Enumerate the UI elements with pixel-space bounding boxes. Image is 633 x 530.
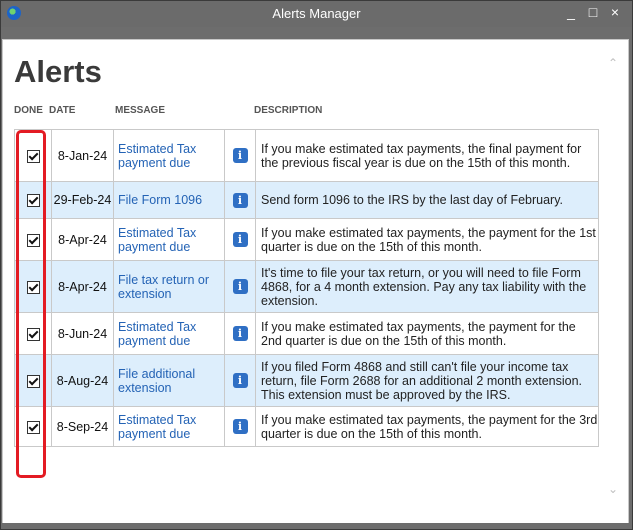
date-cell: 8-Jan-24 [51, 129, 114, 182]
done-cell [14, 181, 52, 219]
alerts-manager-window: Alerts Manager _ □ × Alerts ⌃ DONE DATE … [0, 0, 633, 530]
info-icon[interactable]: i [232, 419, 248, 434]
page-title: Alerts [14, 54, 102, 89]
info-cell: i [224, 181, 256, 219]
description-cell: If you make estimated tax payments, the … [255, 218, 599, 261]
alerts-table: 8-Jan-24 Estimated Tax payment due i If you… [14, 129, 599, 447]
title-bar[interactable]: Alerts Manager _ □ × [1, 1, 632, 27]
column-header-date: DATE [49, 105, 76, 116]
done-cell [14, 218, 52, 261]
done-checkbox[interactable] [26, 233, 40, 247]
column-header-message: MESSAGE [115, 105, 166, 116]
maximize-icon[interactable]: □ [586, 4, 600, 20]
done-cell [14, 354, 52, 407]
info-icon[interactable]: i [232, 192, 248, 208]
column-header-description: DESCRIPTION [254, 105, 323, 116]
close-icon[interactable]: × [608, 4, 622, 20]
date-cell: 29-Feb-24 [51, 181, 114, 219]
info-cell: i [224, 129, 256, 182]
table-row[interactable]: 29-Feb-24 File Form 1096 i Send form 1096 t… [14, 181, 599, 219]
info-cell: i [224, 354, 256, 407]
done-cell [14, 129, 52, 182]
message-link[interactable]: File Form 1096 [113, 181, 225, 219]
column-header-done: DONE [14, 105, 43, 116]
info-cell: i [224, 260, 256, 313]
window-controls: _ □ × [564, 4, 622, 20]
info-icon[interactable]: i [232, 373, 248, 388]
done-cell [14, 312, 52, 355]
done-checkbox[interactable] [26, 420, 40, 434]
done-checkbox[interactable] [26, 280, 40, 294]
description-cell: If you make estimated tax payments, the … [255, 312, 599, 355]
date-cell: 8-Aug-24 [51, 354, 114, 407]
table-row[interactable]: 8-Apr-24 Estimated Tax payment due i If you… [14, 218, 599, 261]
minimize-icon[interactable]: _ [564, 4, 578, 20]
table-row[interactable]: 8-Aug-24 File additional extension i If you… [14, 354, 599, 407]
scroll-down-icon[interactable]: ⌄ [608, 482, 618, 496]
info-icon[interactable]: i [232, 279, 248, 294]
window-bottom-edge [2, 523, 631, 529]
table-row[interactable]: 8-Apr-24 File tax return or extension i It'… [14, 260, 599, 313]
info-cell: i [224, 218, 256, 261]
table-row[interactable]: 8-Jan-24 Estimated Tax payment due i If you… [14, 129, 599, 182]
message-link[interactable]: File additional extension [113, 354, 225, 407]
info-icon[interactable]: i [232, 148, 248, 163]
scroll-up-icon[interactable]: ⌃ [608, 56, 618, 70]
message-link[interactable]: File tax return or extension [113, 260, 225, 313]
message-link[interactable]: Estimated Tax payment due [113, 406, 225, 447]
done-checkbox[interactable] [26, 327, 40, 341]
description-cell: It's time to file your tax return, or yo… [255, 260, 599, 313]
table-row[interactable]: 8-Sep-24 Estimated Tax payment due i If you… [14, 406, 599, 447]
info-cell: i [224, 312, 256, 355]
date-cell: 8-Apr-24 [51, 260, 114, 313]
date-cell: 8-Apr-24 [51, 218, 114, 261]
info-icon[interactable]: i [232, 326, 248, 341]
done-checkbox[interactable] [26, 149, 40, 163]
table-row[interactable]: 8-Jun-24 Estimated Tax payment due i If you… [14, 312, 599, 355]
message-link[interactable]: Estimated Tax payment due [113, 218, 225, 261]
description-cell: If you filed Form 4868 and still can't f… [255, 354, 599, 407]
info-icon[interactable]: i [232, 232, 248, 247]
done-checkbox[interactable] [26, 374, 40, 388]
description-cell: Send form 1096 to the IRS by the last da… [255, 181, 599, 219]
message-link[interactable]: Estimated Tax payment due [113, 312, 225, 355]
description-cell: If you make estimated tax payments, the … [255, 129, 599, 182]
done-cell [14, 406, 52, 447]
alerts-panel: Alerts ⌃ DONE DATE MESSAGE DESCRIPTION 8… [2, 39, 629, 525]
done-cell [14, 260, 52, 313]
date-cell: 8-Jun-24 [51, 312, 114, 355]
description-cell: If you make estimated tax payments, the … [255, 406, 599, 447]
done-checkbox[interactable] [26, 194, 40, 208]
date-cell: 8-Sep-24 [51, 406, 114, 447]
window-title: Alerts Manager [272, 6, 361, 21]
message-link[interactable]: Estimated Tax payment due [113, 129, 225, 182]
info-cell: i [224, 406, 256, 447]
